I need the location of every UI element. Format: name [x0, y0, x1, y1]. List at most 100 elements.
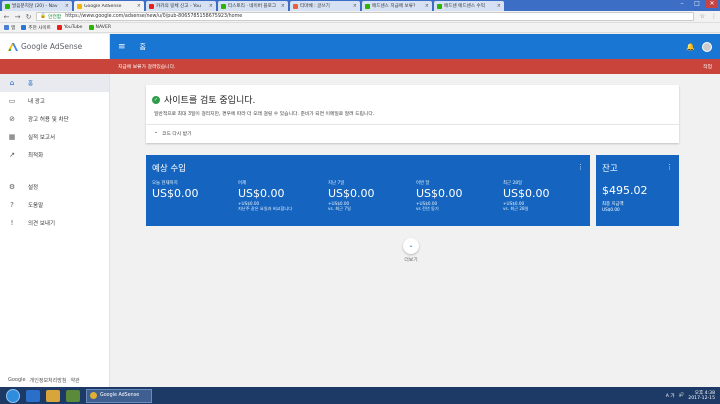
adsense-logo-icon: [8, 42, 18, 51]
start-button[interactable]: [6, 388, 20, 403]
terms-link[interactable]: 약관: [70, 377, 79, 384]
sidebar-item-label: 실적 보고서: [28, 135, 56, 141]
sidebar-item[interactable]: ⚙ 설정: [0, 178, 109, 196]
tab-close-icon[interactable]: ×: [425, 3, 429, 9]
earnings-column[interactable]: 이번 달 US$0.00 +US$0.00 vs 전년 동기: [416, 180, 501, 212]
show-more-label: 더보기: [404, 258, 418, 263]
sidebar-item[interactable]: ⊘ 광고 허용 및 차단: [0, 110, 109, 128]
sidebar-item[interactable]: ! 의견 보내기: [0, 214, 109, 232]
brand[interactable]: Google AdSense: [0, 34, 109, 59]
tab-close-icon[interactable]: ×: [209, 3, 213, 9]
earnings-period-label: 최근 28일: [503, 181, 523, 186]
browser-menu-icon[interactable]: ⋮: [711, 13, 717, 20]
site-review-card: ✓ 사이트를 검토 중입니다. 일반적으로 최대 3일이 걸리지만, 경우에 따…: [146, 85, 679, 143]
sidebar-item-label: 도움말: [28, 203, 44, 209]
sidebar-item[interactable]: ↗ 최적화: [0, 146, 109, 164]
browser-tab[interactable]: Google AdSense ×: [74, 1, 144, 11]
earnings-period-label: 지난 7일: [328, 181, 345, 186]
tab-close-icon[interactable]: ×: [281, 3, 285, 9]
lock-icon: 🔒: [40, 14, 46, 19]
earnings-value: US$0.00: [238, 187, 285, 200]
earnings-comparison: vs 전년 동기: [416, 206, 439, 211]
browser-tab[interactable]: 애드센 애드센스 수익 ×: [434, 1, 504, 11]
bookmark-item[interactable]: 앱: [4, 25, 15, 31]
earnings-value: US$0.00: [152, 187, 199, 200]
clock[interactable]: 오후 4:38 2017-12-15: [688, 391, 715, 401]
bookmark-icon: [88, 25, 94, 30]
tab-title: 티마베 : 글쓰기: [300, 4, 330, 9]
bookmark-label: YouTube: [63, 25, 83, 30]
back-icon[interactable]: ←: [3, 13, 10, 21]
browser-tab[interactable]: 카카의 링체 신고 - You ×: [146, 1, 216, 11]
browser-tab-strip: 발음분지않 (20) - Nav × Google AdSense × 카카의 링체 신…: [0, 0, 720, 11]
ads-icon: ▭: [8, 97, 16, 105]
earnings-more-icon[interactable]: ⋮: [577, 163, 584, 171]
url-text: https://www.google.com/adsense/new/u/0/p…: [65, 14, 243, 19]
url-input[interactable]: 🔒 안전함 https://www.google.com/adsense/new…: [36, 12, 694, 21]
tab-close-icon[interactable]: ×: [65, 3, 69, 9]
maximize-button[interactable]: □: [691, 0, 703, 8]
earnings-period-label: 오늘 현재까지: [152, 181, 178, 186]
sidebar-item[interactable]: ▦ 실적 보고서: [0, 128, 109, 146]
adsense-app: Google AdSense ⌂ 홈 ▭ 내 광고 ⊘ 광고 허용 및 차단 ▦ 실적 보고서…: [0, 34, 720, 387]
feedback-icon: !: [10, 219, 14, 227]
hamburger-menu-icon[interactable]: ≡: [118, 42, 126, 52]
browser-tab[interactable]: 티마베 : 글쓰기 ×: [290, 1, 360, 11]
earnings-title: 예상 수입: [152, 164, 186, 174]
close-window-button[interactable]: ✕: [706, 0, 718, 8]
taskbar-chrome-task[interactable]: Google AdSense: [86, 388, 152, 403]
browser-tab[interactable]: 발음분지않 (20) - Nav ×: [2, 1, 72, 11]
bookmark-star-icon[interactable]: ☆: [700, 13, 705, 20]
tab-close-icon[interactable]: ×: [497, 3, 501, 9]
forward-icon[interactable]: →: [14, 13, 21, 21]
browser-tab[interactable]: 티스토리 · 네이버 블로그 ×: [218, 1, 288, 11]
balance-card[interactable]: 잔고 ⋮ $495.02 최종 지급액 US$0.00: [596, 155, 679, 226]
earnings-column[interactable]: 오늘 현재까지 US$0.00: [152, 180, 237, 201]
bookmark-icon: [4, 25, 9, 30]
sidebar-item-label: 광고 허용 및 차단: [28, 117, 69, 123]
estimated-earnings-card[interactable]: 예상 수입 ⋮ 오늘 현재까지 US$0.00 어제 US$0.00 +US$0.00 지…: [146, 155, 590, 226]
earnings-column[interactable]: 지난 7일 US$0.00 +US$0.00 vs. 최근 7일: [328, 180, 413, 212]
privacy-link[interactable]: 개인정보처리방침: [30, 377, 67, 384]
tab-close-icon[interactable]: ×: [137, 3, 141, 9]
address-bar: ← → ↻ 🔒 안전함 https://www.google.com/adsen…: [0, 11, 720, 23]
tab-close-icon[interactable]: ×: [353, 3, 357, 9]
ime-indicator[interactable]: A 가: [666, 393, 675, 399]
bookmark-item[interactable]: YouTube: [56, 25, 83, 30]
tab-favicon-icon: [293, 3, 298, 9]
google-link[interactable]: Google: [8, 377, 26, 384]
sidebar-item[interactable]: ⌂ 홈: [0, 74, 109, 92]
tab-title: 애드센 애드센스 수익: [444, 4, 485, 9]
system-tray: A 가 🔊 오후 4:38 2017-12-15: [666, 391, 720, 401]
earnings-comparison: vs. 최근 7일: [328, 206, 351, 211]
ie-icon[interactable]: [26, 389, 40, 402]
gear-icon: ⚙: [8, 183, 16, 191]
sidebar-item-label: 설정: [28, 185, 39, 191]
earnings-column[interactable]: 어제 US$0.00 +US$0.00 지난주 같은 요일과 비교합니다: [238, 180, 323, 212]
alert-strip-left: [0, 59, 110, 74]
bookmark-item[interactable]: NAVER: [88, 25, 112, 30]
minimize-button[interactable]: –: [676, 0, 688, 8]
sidebar-item-label: 의견 보내기: [28, 221, 56, 227]
media-icon[interactable]: [66, 389, 80, 402]
bookmark-label: NAVER: [95, 25, 112, 30]
tab-favicon-icon: [437, 3, 442, 9]
browser-tab[interactable]: 애드센스 지급에 보류? ×: [362, 1, 432, 11]
earnings-column[interactable]: 최근 28일 US$0.00 +US$0.00 vs. 최근 28일: [503, 180, 588, 212]
sidebar-item-label: 홈: [28, 81, 34, 87]
volume-icon[interactable]: 🔊: [679, 393, 685, 398]
chevron-down-icon: ⌄: [154, 130, 159, 135]
sidebar-item[interactable]: ? 도움말: [0, 196, 109, 214]
show-more-button[interactable]: ⌄: [403, 238, 419, 254]
earnings-comparison: vs. 최근 28일: [503, 206, 529, 211]
reload-icon[interactable]: ↻: [25, 13, 32, 21]
bookmark-item[interactable]: 추천 사이트: [21, 25, 51, 31]
balance-more-icon[interactable]: ⋮: [666, 163, 673, 171]
alert-action-button[interactable]: 작업: [703, 63, 712, 70]
explorer-icon[interactable]: [46, 389, 60, 402]
notification-bell-icon[interactable]: 🔔: [686, 43, 695, 51]
sidebar-item[interactable]: ▭ 내 광고: [0, 92, 109, 110]
avatar[interactable]: [702, 41, 712, 52]
tab-favicon-icon: [221, 3, 226, 9]
get-code-link[interactable]: ⌄ 코드 다시 받기: [154, 130, 192, 137]
